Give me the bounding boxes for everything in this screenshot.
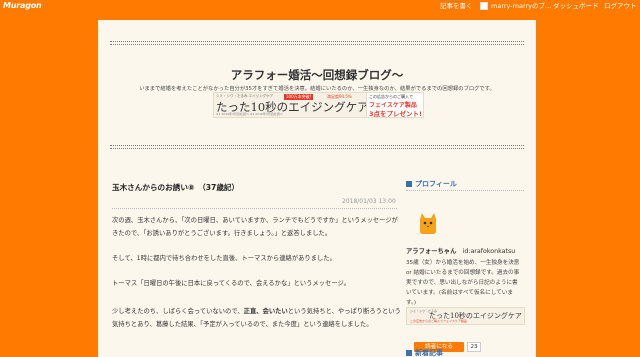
ad-footnote: ※1 2016年3月自社調べ ※2 2016年3月自社調べ [216, 112, 283, 116]
dashboard-link[interactable]: ダッシュボード [553, 0, 599, 12]
header-divider-top [110, 41, 524, 45]
logout-link[interactable]: ログアウト [604, 0, 637, 12]
profile-heading: プロフィール [406, 179, 457, 189]
profile-heading-icon [406, 180, 412, 187]
article-emphasis: 正直、会いたい [243, 308, 288, 315]
article-paragraph-1: 次の週、玉木さんから、「次の日曜日、あいていますか、ランチでもどうですか」という… [112, 217, 398, 237]
profile-heading-label: プロフィール [415, 180, 457, 188]
profile-divider [406, 190, 524, 191]
new-posts-heading-label: 新着記事 [415, 349, 443, 357]
article-divider [112, 208, 397, 209]
blog-description: いままで結婚を考えたことがなかった自分が35才をすぎて婚活を決意。結婚にいたるの… [139, 86, 495, 92]
article-paragraph-4: 少し考えたのち、しばらく会っていないので、正直、会いたいという気持ちと、やっぱり… [112, 305, 404, 331]
write-post-link[interactable]: 記事を書く [440, 0, 473, 12]
blog-page: アラフォー婚活〜回想録ブログ〜 いままで結婚を考えたことがなかった自分が35才を… [98, 20, 536, 357]
sidebar-ad-sub: この広告からのご購入でフェイスケア製品 [410, 319, 467, 323]
muragon-logo[interactable]: Muragon [3, 0, 42, 12]
article-paragraph-2: そして、1時に都内で待ち合わせをした直後、トーマスから連絡がありました。 [112, 255, 336, 262]
article-title[interactable]: 玉木さんからのお誘い⑧ （37歳記） [112, 182, 239, 193]
banner-ad[interactable]: シミ・シワ・たるみ エイジングケア 100万本突破! 満足度94.5% たった1… [213, 92, 424, 118]
cat-avatar-icon[interactable] [416, 211, 440, 235]
article-paragraph-3: トーマス「日曜日の午後に日本に戻ってくるので、会えるかな」というメッセージ。 [112, 280, 350, 287]
ad-promo-line3: 3点をプレゼント! [369, 110, 422, 118]
sidebar-ad[interactable]: シミ・シワ・たるみ たった10秒のエイジングケア この広告からのご購入でフェイス… [406, 307, 525, 325]
header-divider-bottom [110, 145, 524, 149]
blog-title[interactable]: アラフォー婚活〜回想録ブログ〜 [98, 67, 536, 83]
profile-display-name: アラフォーちゃん [406, 248, 457, 255]
article-paragraph-4-start: 少し考えたのち、しばらく会っていないので、 [112, 308, 244, 315]
new-posts-heading-icon [406, 349, 412, 356]
profile-name[interactable]: アラフォーちゃん id:arafokonkatsu [406, 246, 515, 255]
profile-id: id:arafokonkatsu [462, 248, 516, 255]
user-blog-link[interactable]: marry-marryのブ... [491, 0, 551, 12]
article-date: 2018/01/03 13:00 [342, 198, 396, 205]
top-bar: Muragon 記事を書く marry-marryのブ... ダッシュボード ロ… [0, 0, 640, 12]
new-posts-heading: 新着記事 [406, 348, 443, 357]
profile-description: 35歳（女）から婚活を始め、一生独身を決意 or 結婚にいたるまでの回想録です。… [406, 260, 520, 306]
ad-promo-box: この広告からのご購入で フェイスケア製品 3点をプレゼント! [366, 93, 423, 118]
user-avatar-icon[interactable] [480, 2, 488, 10]
reader-count: 23 [467, 342, 481, 352]
